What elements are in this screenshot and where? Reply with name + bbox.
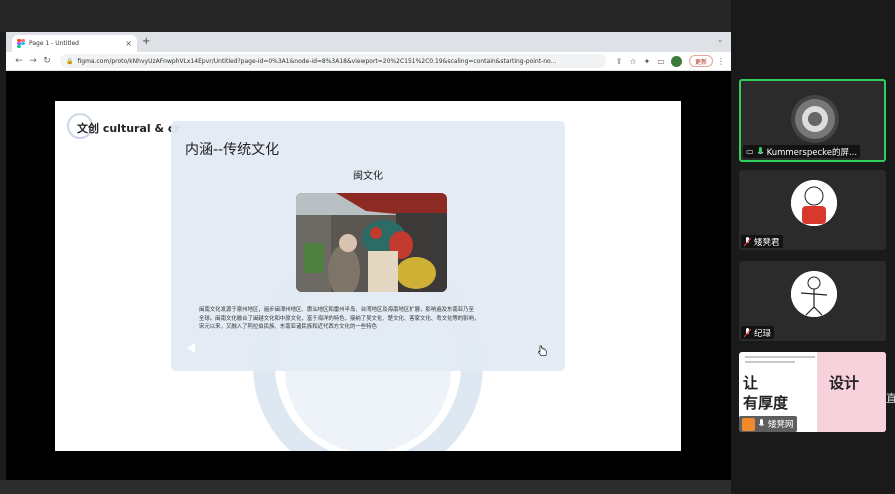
back-button[interactable]: ←: [12, 56, 26, 66]
share-top-bar: [0, 0, 731, 32]
slide-frame: 文创 cultural & cr 内涵--传统文化 闽文化 闽南文化发源于泉州地…: [55, 101, 681, 451]
tab-title: Page 1 - Untitled: [29, 40, 79, 47]
participant-name: 矮凳君: [754, 237, 780, 248]
shared-screen: Page 1 - Untitled × + ⌄ ← → ↻ 🔒 figma.co…: [0, 0, 731, 494]
browser-toolbar: ← → ↻ 🔒 figma.com/proto/kNhvyUzAFnwphVLx…: [6, 52, 731, 71]
hand-cursor-icon: [538, 345, 547, 356]
menu-icon[interactable]: ⋮: [717, 57, 725, 66]
thumbnail-text-2: 有厚度: [743, 394, 789, 412]
participant-nameplate: 矮凳网: [739, 416, 797, 432]
participant-nameplate: 矮凳君: [741, 235, 783, 248]
reload-button[interactable]: ↻: [40, 56, 54, 66]
tab-search-button[interactable]: ⌄: [717, 36, 723, 44]
participant-name: 矮凳网: [768, 420, 794, 430]
previous-slide-arrow[interactable]: [187, 343, 195, 353]
body-line: 全球。闽南文化融合了闽越文化和中原文化，富于海洋的特色，接纳了吴文化、楚文化、客…: [199, 315, 480, 322]
card-title: 内涵--传统文化: [185, 142, 280, 158]
slide-heading: 文创 cultural & cr: [77, 122, 180, 135]
figma-prototype-viewport: 文创 cultural & cr 内涵--传统文化 闽文化 闽南文化发源于泉州地…: [6, 71, 731, 480]
screen-share-icon: ▭: [746, 147, 754, 156]
tab-strip: Page 1 - Untitled × + ⌄: [6, 32, 731, 52]
content-card: 内涵--传统文化 闽文化 闽南文化发源于泉州地区，遍步闽漳州地区、惠汕地区和雷州…: [171, 121, 565, 371]
figma-icon: [17, 38, 25, 49]
sidebar-icon[interactable]: ▭: [654, 57, 668, 66]
url-text: figma.com/proto/kNhvyUzAFnwphVLx14Epvr/U…: [77, 57, 557, 65]
mic-muted-icon: [744, 327, 751, 337]
address-bar[interactable]: 🔒 figma.com/proto/kNhvyUzAFnwphVLx14Epvr…: [60, 54, 606, 68]
participant-name: Kummerspecke的屏...: [766, 147, 858, 158]
update-button[interactable]: 更新: [688, 55, 713, 67]
bookmark-star-icon[interactable]: ☆: [626, 57, 640, 66]
participant-name: 纪琭: [754, 328, 772, 339]
forward-button[interactable]: →: [26, 56, 40, 66]
panel-side-label: 直: [886, 392, 895, 405]
share-icon[interactable]: ⇪: [612, 57, 626, 66]
participant-tile[interactable]: 让 设计 有厚度 矮凳网: [739, 352, 886, 432]
participant-tile[interactable]: 纪琭: [739, 261, 886, 341]
body-line: 闽南文化发源于泉州地区，遍步闽漳州地区、惠汕地区和雷州半岛、台湾地区及海南地区扩…: [199, 307, 474, 313]
cartoon-avatar: [791, 180, 837, 226]
mic-icon: [757, 146, 763, 154]
participant-nameplate: ▭ Kummerspecke的屏...: [743, 145, 861, 158]
thumbnail-text-1: 让: [743, 374, 759, 392]
mic-icon: [758, 419, 765, 426]
extensions-icon[interactable]: ✦: [640, 57, 654, 66]
card-body-text: 闽南文化发源于泉州地区，遍步闽漳州地区、惠汕地区和雷州半岛、台湾地区及海南地区扩…: [199, 306, 539, 332]
mic-muted-icon: [744, 236, 751, 246]
lock-icon: 🔒: [66, 57, 74, 65]
thumbnail-text-1b: 设计: [829, 374, 860, 392]
browser-window: Page 1 - Untitled × + ⌄ ← → ↻ 🔒 figma.co…: [6, 32, 731, 480]
share-bottom-bar: [0, 480, 731, 494]
tab-page-1[interactable]: Page 1 - Untitled ×: [12, 35, 137, 52]
participant-tile[interactable]: 矮凳君: [739, 170, 886, 250]
close-icon[interactable]: ×: [125, 39, 132, 48]
body-line: 宋元以来，又融入了阿拉伯民族、东南亚诸民族和近代西方文化的一些特色: [199, 324, 377, 330]
thumbnail-line: [745, 361, 795, 363]
participant-nameplate: 纪琭: [741, 326, 775, 339]
thumbnail-line: [745, 356, 815, 358]
card-subtitle: 闽文化: [353, 171, 383, 182]
lion-dance-photo: [296, 193, 447, 292]
participants-panel: ▭ Kummerspecke的屏... 矮凳君 纪琭 让 设计 有厚度 矮凳网 …: [731, 0, 895, 494]
screen: Page 1 - Untitled × + ⌄ ← → ↻ 🔒 figma.co…: [0, 0, 895, 494]
ring-light-avatar: [791, 95, 839, 143]
participant-tile-sharing[interactable]: ▭ Kummerspecke的屏...: [739, 79, 886, 162]
photo-illustration: [296, 193, 447, 292]
profile-avatar[interactable]: [670, 55, 682, 67]
new-tab-button[interactable]: +: [142, 36, 150, 47]
sketch-avatar: [791, 271, 837, 317]
person-icon: [742, 417, 755, 431]
